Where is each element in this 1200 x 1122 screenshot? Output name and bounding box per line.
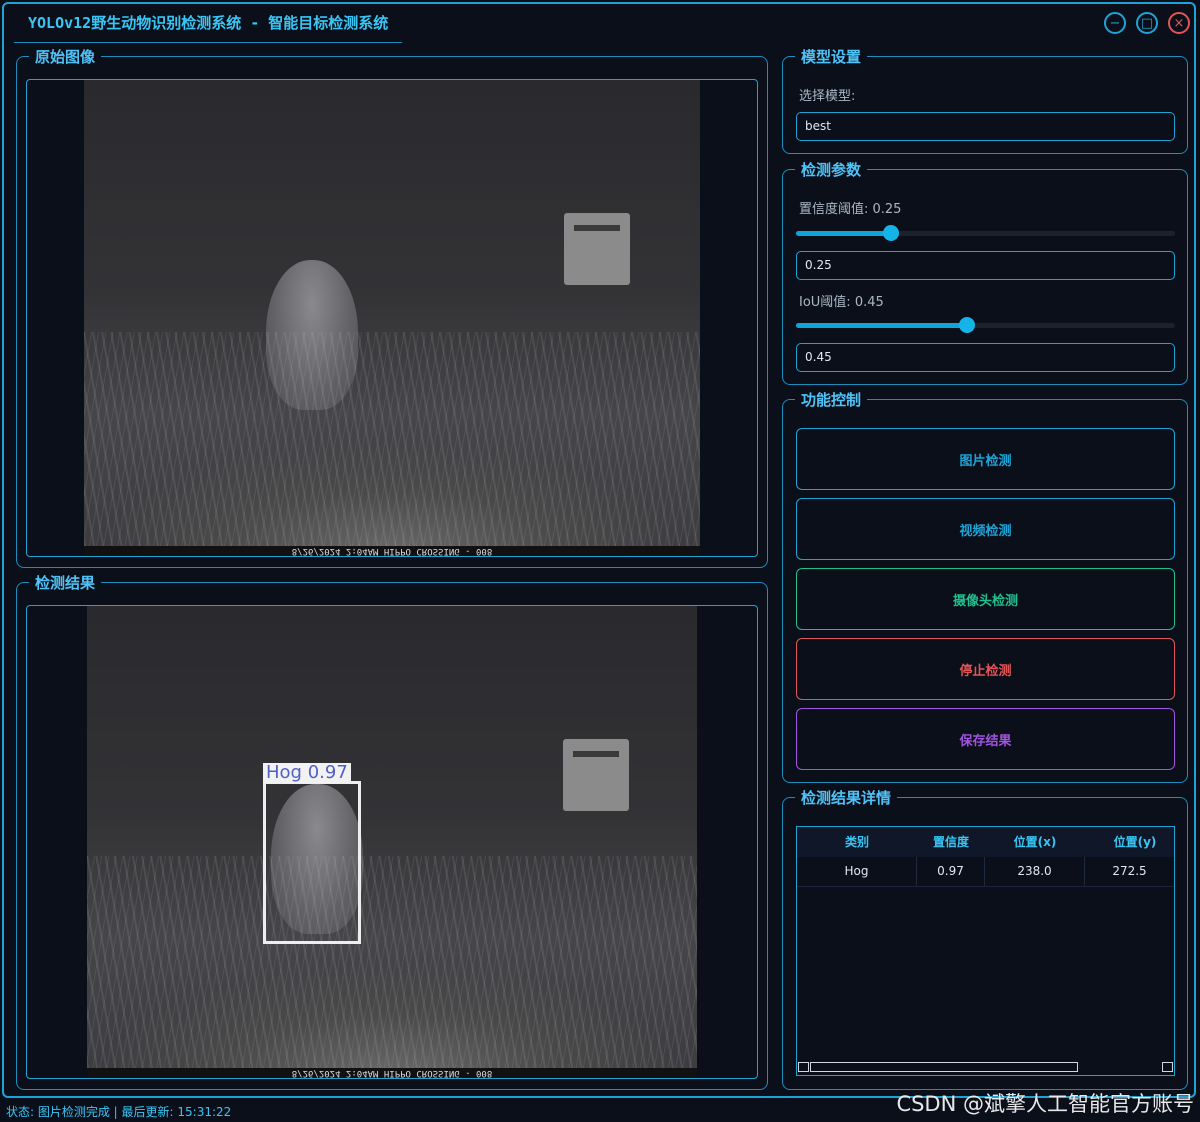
slider-fill bbox=[796, 323, 967, 328]
horizontal-scrollbar[interactable] bbox=[798, 1061, 1173, 1074]
slider-fill bbox=[796, 231, 891, 236]
column-header-confidence[interactable]: 置信度 bbox=[917, 827, 985, 857]
iou-label: IoU阈值: 0.45 bbox=[799, 295, 884, 310]
stop-detect-button[interactable]: 停止检测 bbox=[796, 638, 1175, 700]
result-image-panel: 检测结果 Hog 0.97 8/26/2024 2:04AM HIPPO CRO… bbox=[16, 574, 768, 1090]
scroll-right-arrow[interactable] bbox=[1162, 1062, 1173, 1072]
video-detect-button[interactable]: 视频检测 bbox=[796, 498, 1175, 560]
iou-input[interactable]: 0.45 bbox=[796, 343, 1175, 372]
result-image-frame: Hog 0.97 8/26/2024 2:04AM HIPPO CROSSING… bbox=[26, 605, 758, 1079]
close-button[interactable]: × bbox=[1168, 12, 1190, 34]
cell-y: 272.5 bbox=[1112, 864, 1147, 878]
slider-handle[interactable] bbox=[958, 317, 975, 333]
details-panel: 检测结果详情 类别 置信度 位置(x) 位置(y) Hog 0.97 238.0… bbox=[782, 789, 1188, 1090]
column-header-x[interactable]: 位置(x) bbox=[985, 827, 1085, 857]
original-image-title: 原始图像 bbox=[29, 48, 102, 66]
cell-class: Hog bbox=[797, 857, 917, 886]
table-header: 类别 置信度 位置(x) 位置(y) bbox=[797, 827, 1174, 857]
column-header-y[interactable]: 位置(y) bbox=[1085, 827, 1185, 857]
grass bbox=[84, 331, 700, 546]
original-image: 8/26/2024 2:04AM HIPPO CROSSING - 008 bbox=[84, 80, 700, 556]
controls-panel: 功能控制 图片检测 视频检测 摄像头检测 停止检测 保存结果 bbox=[782, 391, 1188, 783]
detection-params-panel: 检测参数 置信度阈值: 0.25 0.25 IoU阈值: 0.45 0.45 bbox=[782, 161, 1188, 385]
image-timestamp: 8/26/2024 2:04AM HIPPO CROSSING - 008 bbox=[87, 1068, 697, 1078]
confidence-input[interactable]: 0.25 bbox=[796, 251, 1175, 280]
minimize-button[interactable]: − bbox=[1104, 12, 1126, 34]
main-window: YOLOv12野生动物识别检测系统 - 智能目标检测系统 − □ × 原始图像 … bbox=[2, 2, 1196, 1098]
column-header-class[interactable]: 类别 bbox=[797, 827, 917, 857]
detection-label: Hog 0.97 bbox=[263, 763, 351, 783]
confidence-slider[interactable] bbox=[796, 223, 1175, 243]
save-result-button[interactable]: 保存结果 bbox=[796, 708, 1175, 770]
watermark: CSDN @斌擎人工智能官方账号 bbox=[896, 1092, 1194, 1116]
original-image-frame: 8/26/2024 2:04AM HIPPO CROSSING - 008 bbox=[26, 79, 758, 557]
scroll-left-arrow[interactable] bbox=[798, 1062, 809, 1072]
controls-title: 功能控制 bbox=[795, 391, 868, 409]
title-bar: YOLOv12野生动物识别检测系统 - 智能目标检测系统 − □ × bbox=[4, 4, 1194, 43]
camera-box bbox=[563, 739, 629, 811]
grass bbox=[87, 855, 697, 1068]
cell-confidence: 0.97 bbox=[917, 857, 985, 886]
status-bar: 状态: 图片检测完成 | 最后更新: 15:31:22 bbox=[6, 1105, 232, 1119]
original-image-panel: 原始图像 8/26/2024 2:04AM HIPPO CROSSING - 0… bbox=[16, 48, 768, 568]
model-select-label: 选择模型: bbox=[799, 89, 856, 104]
maximize-icon: □ bbox=[1140, 15, 1154, 31]
model-settings-title: 模型设置 bbox=[795, 48, 868, 66]
confidence-label: 置信度阈值: 0.25 bbox=[799, 202, 902, 217]
details-title: 检测结果详情 bbox=[795, 789, 898, 807]
result-image: Hog 0.97 8/26/2024 2:04AM HIPPO CROSSING… bbox=[87, 606, 697, 1078]
slider-handle[interactable] bbox=[882, 225, 899, 241]
table-row[interactable]: Hog 0.97 238.0 272.5 bbox=[797, 857, 1174, 887]
image-detect-button[interactable]: 图片检测 bbox=[796, 428, 1175, 490]
model-select[interactable]: best bbox=[796, 112, 1175, 141]
detection-params-title: 检测参数 bbox=[795, 161, 868, 179]
result-image-title: 检测结果 bbox=[29, 574, 102, 592]
iou-slider[interactable] bbox=[796, 315, 1175, 335]
minimize-icon: − bbox=[1109, 15, 1121, 31]
model-settings-panel: 模型设置 选择模型: best bbox=[782, 48, 1188, 154]
camera-box bbox=[564, 213, 630, 285]
image-timestamp: 8/26/2024 2:04AM HIPPO CROSSING - 008 bbox=[84, 546, 700, 556]
detection-box bbox=[263, 781, 361, 944]
details-table: 类别 置信度 位置(x) 位置(y) Hog 0.97 238.0 272.5 bbox=[796, 826, 1175, 1076]
cell-x: 238.0 bbox=[985, 857, 1085, 886]
camera-detect-button[interactable]: 摄像头检测 bbox=[796, 568, 1175, 630]
app-title: YOLOv12野生动物识别检测系统 - 智能目标检测系统 bbox=[14, 4, 403, 43]
scrollbar-thumb[interactable] bbox=[810, 1062, 1078, 1072]
maximize-button[interactable]: □ bbox=[1136, 12, 1158, 34]
close-icon: × bbox=[1173, 15, 1185, 31]
